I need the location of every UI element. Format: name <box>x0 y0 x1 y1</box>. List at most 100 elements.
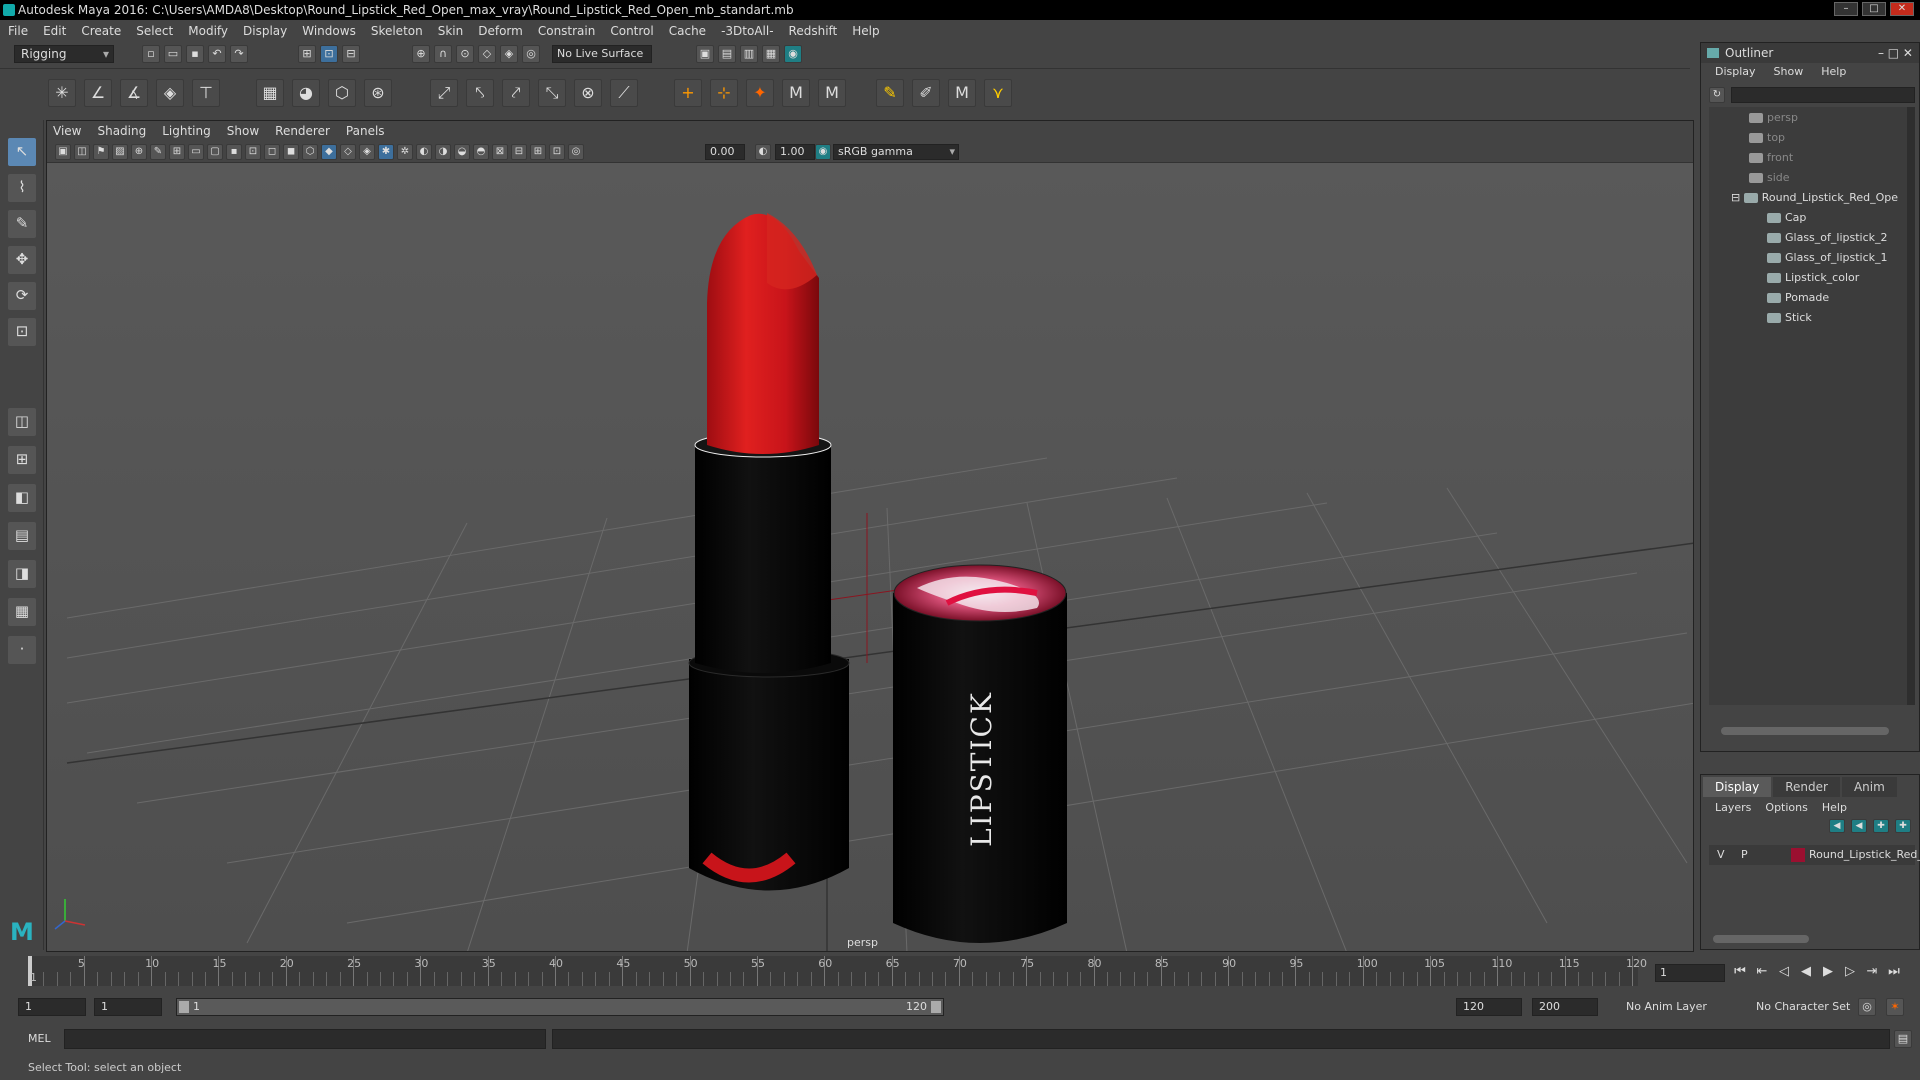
pole-vector-icon[interactable]: ⟋ <box>610 79 638 107</box>
layer-visibility-toggle[interactable]: V <box>1717 845 1725 865</box>
ik-handle-icon[interactable]: ∠ <box>84 79 112 107</box>
two-view-layout-icon[interactable]: ◧ <box>8 484 36 512</box>
outliner-item-top[interactable]: top <box>1749 129 1785 147</box>
snap-grid-icon[interactable]: ⊕ <box>412 45 430 63</box>
new-layer-selected-icon[interactable]: ✚ <box>1895 819 1911 833</box>
outliner-item-cap[interactable]: Cap <box>1767 209 1806 227</box>
mirror-joint-icon[interactable]: ◈ <box>156 79 184 107</box>
panel-menu-view[interactable]: View <box>53 124 81 138</box>
step-forward-key-icon[interactable]: ⇥ <box>1864 964 1880 979</box>
menu-modify[interactable]: Modify <box>188 24 228 38</box>
point-constraint-icon[interactable]: ⤢ <box>430 79 458 107</box>
menu-skin[interactable]: Skin <box>438 24 464 38</box>
outliner-search-input[interactable] <box>1731 87 1915 103</box>
layer-color-swatch[interactable] <box>1791 848 1805 862</box>
joint-tool-icon[interactable]: ✳ <box>48 79 76 107</box>
panel-menu-panels[interactable]: Panels <box>346 124 385 138</box>
four-view-layout-icon[interactable]: ⊞ <box>8 446 36 474</box>
menu-constrain[interactable]: Constrain <box>538 24 596 38</box>
image-plane-icon[interactable]: ▨ <box>112 144 128 160</box>
new-layer-icon[interactable]: ✚ <box>1873 819 1889 833</box>
outliner-layout-icon[interactable]: ▤ <box>8 522 36 550</box>
2d-pan-zoom-icon[interactable]: ⊕ <box>131 144 147 160</box>
motion-path-icon[interactable]: ✦ <box>746 79 774 107</box>
smooth-shade-icon[interactable]: ◆ <box>321 144 337 160</box>
orient-constraint-icon[interactable]: ⤤ <box>502 79 530 107</box>
open-scene-icon[interactable]: ▭ <box>164 45 182 63</box>
sculpt-deformer-icon[interactable]: ⋎ <box>984 79 1012 107</box>
command-language-label[interactable]: MEL <box>28 1032 51 1045</box>
move-layer-up-icon[interactable]: ◀ <box>1829 819 1845 833</box>
play-backwards-icon[interactable]: ◀ <box>1798 964 1814 979</box>
select-tool-icon[interactable]: ↖ <box>8 138 36 166</box>
rotate-tool-icon[interactable]: ⟳ <box>8 282 36 310</box>
outliner-item-persp[interactable]: persp <box>1749 109 1798 127</box>
render-view-icon[interactable]: ▣ <box>696 45 714 63</box>
menu-control[interactable]: Control <box>610 24 653 38</box>
textured-icon[interactable]: ◈ <box>359 144 375 160</box>
layer-tab-display[interactable]: Display <box>1703 777 1772 797</box>
ik-spline-icon[interactable]: ∡ <box>120 79 148 107</box>
use-all-lights-icon[interactable]: ✱ <box>378 144 394 160</box>
animation-start-field[interactable]: 1 <box>18 998 86 1016</box>
live-surface-field[interactable]: No Live Surface <box>552 45 652 63</box>
menu-redshift[interactable]: Redshift <box>789 24 838 38</box>
maximize-button[interactable]: □ <box>1862 2 1886 16</box>
camera-select-icon[interactable]: ▣ <box>55 144 71 160</box>
menu-help[interactable]: Help <box>852 24 879 38</box>
outliner-item-lipstick-color[interactable]: Lipstick_color <box>1767 269 1859 287</box>
new-scene-icon[interactable]: ▫ <box>142 45 160 63</box>
panel-menu-shading[interactable]: Shading <box>97 124 146 138</box>
layer-menu-help[interactable]: Help <box>1822 801 1847 814</box>
gate-mask-icon[interactable]: ▪ <box>226 144 242 160</box>
gamma-icon[interactable]: ◐ <box>755 144 771 160</box>
auto-key-icon[interactable]: ◎ <box>1858 998 1876 1016</box>
command-input[interactable] <box>64 1029 546 1049</box>
collapse-toggle-icon[interactable]: ⊟ <box>1731 191 1744 204</box>
menu-create[interactable]: Create <box>81 24 121 38</box>
set-driven-key-icon[interactable]: ⊹ <box>710 79 738 107</box>
lattice-icon[interactable]: ⬡ <box>328 79 356 107</box>
menu-deform[interactable]: Deform <box>478 24 523 38</box>
hypershade-layout-icon[interactable]: ▦ <box>8 598 36 626</box>
range-end-handle[interactable] <box>931 1001 941 1013</box>
viewport-panel[interactable]: View Shading Lighting Show Renderer Panels ▣ … <box>46 120 1694 952</box>
move-tool-icon[interactable]: ✥ <box>8 246 36 274</box>
outliner-menu-help[interactable]: Help <box>1821 65 1846 83</box>
view-transform-dropdown[interactable]: sRGB gamma <box>833 144 959 160</box>
menu-edit[interactable]: Edit <box>43 24 66 38</box>
cluster-icon[interactable]: ⊛ <box>364 79 392 107</box>
script-editor-icon[interactable]: ▤ <box>1894 1030 1912 1048</box>
select-hierarchy-icon[interactable]: ⊞ <box>298 45 316 63</box>
outliner-scrollbar[interactable] <box>1907 107 1915 705</box>
ambient-occlusion-icon[interactable]: ◐ <box>416 144 432 160</box>
outliner-hscrollbar[interactable] <box>1721 727 1889 735</box>
depth-of-field-icon[interactable]: ◓ <box>473 144 489 160</box>
grid-icon[interactable]: ⊞ <box>169 144 185 160</box>
undo-icon[interactable]: ↶ <box>208 45 226 63</box>
play-forwards-icon[interactable]: ▶ <box>1820 964 1836 979</box>
render-settings-icon[interactable]: ▦ <box>762 45 780 63</box>
grease-pencil-icon[interactable]: ✎ <box>150 144 166 160</box>
parent-constraint-icon[interactable]: ⊗ <box>574 79 602 107</box>
menu-select[interactable]: Select <box>136 24 173 38</box>
playback-start-field[interactable]: 1 <box>94 998 162 1016</box>
scale-constraint-icon[interactable]: ⤡ <box>538 79 566 107</box>
hypershade-icon[interactable]: ◉ <box>784 45 802 63</box>
menu-cache[interactable]: Cache <box>669 24 706 38</box>
menu-file[interactable]: File <box>8 24 28 38</box>
close-button[interactable]: ✕ <box>1890 2 1914 16</box>
exposure-field[interactable]: 0.00 <box>705 144 745 160</box>
layer-row[interactable]: V P Round_Lipstick_Red_C <box>1709 845 1920 865</box>
paint-weights-icon[interactable]: ✎ <box>876 79 904 107</box>
animation-end-field[interactable]: 200 <box>1532 998 1598 1016</box>
aim-constraint-icon[interactable]: ⤣ <box>466 79 494 107</box>
safe-title-icon[interactable]: ◼ <box>283 144 299 160</box>
go-to-start-icon[interactable]: ⏮ <box>1732 964 1748 979</box>
menu-3dtoall[interactable]: -3DtoAll- <box>721 24 773 38</box>
bind-skin-icon[interactable]: ▦ <box>256 79 284 107</box>
outliner-window-buttons[interactable]: – □ ✕ <box>1878 43 1913 63</box>
xray-components-icon[interactable]: ⊡ <box>549 144 565 160</box>
xray-icon[interactable]: ⊟ <box>511 144 527 160</box>
locator-icon[interactable]: + <box>674 79 702 107</box>
